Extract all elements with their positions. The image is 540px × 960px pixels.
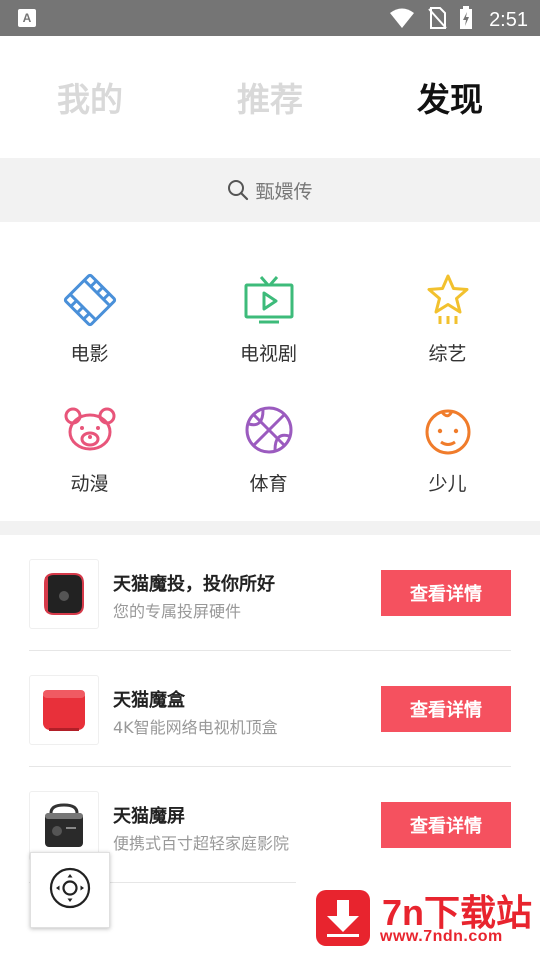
product-desc: 4K智能网络电视机顶盒 (113, 718, 278, 737)
tv-icon (239, 270, 299, 330)
tab-recommend[interactable]: 推荐 (180, 36, 360, 158)
tab-discover[interactable]: 发现 (360, 36, 540, 158)
remote-control-icon (48, 866, 92, 914)
category-label: 少儿 (428, 473, 467, 495)
category-anime[interactable]: 动漫 (0, 382, 179, 512)
no-sim-icon (427, 6, 447, 34)
category-variety[interactable]: 综艺 (358, 252, 537, 382)
tv-box-device-icon (29, 675, 99, 745)
product-name: 天猫魔盒 (113, 690, 185, 711)
wifi-icon (389, 7, 415, 33)
watermark: 7n下载站 www.7ndn.com (296, 870, 540, 960)
system-icons: 2:51 (389, 6, 528, 34)
status-bar: A 2:51 (0, 0, 540, 36)
list-item: 天猫魔投，投你所好 您的专属投屏硬件 查看详情 (29, 535, 511, 651)
category-label: 体育 (249, 473, 288, 495)
watermark-url: www.7ndn.com (380, 928, 503, 945)
film-icon (60, 270, 120, 330)
category-kids[interactable]: 少儿 (358, 382, 537, 512)
status-time: 2:51 (489, 8, 528, 31)
category-grid: 电影 电视剧 综艺 动漫 体育 少儿 (0, 252, 540, 512)
baby-face-icon (418, 400, 478, 460)
category-label: 电影 (70, 343, 109, 365)
product-desc: 便携式百寸超轻家庭影院 (113, 834, 290, 853)
tab-mine[interactable]: 我的 (0, 36, 180, 158)
product-name: 天猫魔屏 (113, 806, 185, 827)
projector-device-icon (29, 559, 99, 629)
list-item: 天猫魔盒 4K智能网络电视机顶盒 查看详情 (29, 651, 511, 767)
search-placeholder: 甄嬛传 (255, 180, 313, 203)
battery-charging-icon (459, 6, 473, 34)
view-details-button[interactable]: 查看详情 (381, 686, 511, 732)
app-screen: A 2:51 我的 推荐 发现 甄嬛传 电影 电视剧 综艺 动漫 体育 少儿 天… (0, 0, 540, 960)
app-notification-icon: A (18, 9, 36, 27)
download-arrow-icon (316, 890, 370, 946)
category-label: 电视剧 (239, 343, 297, 365)
category-movie[interactable]: 电影 (0, 252, 179, 382)
category-label: 综艺 (428, 343, 467, 365)
view-details-button[interactable]: 查看详情 (381, 570, 511, 616)
category-label: 动漫 (70, 473, 109, 495)
product-name: 天猫魔投，投你所好 (113, 574, 275, 595)
search-icon (227, 179, 249, 201)
section-divider (0, 521, 540, 535)
category-sports[interactable]: 体育 (179, 382, 358, 512)
product-list: 天猫魔投，投你所好 您的专属投屏硬件 查看详情 天猫魔盒 4K智能网络电视机顶盒… (0, 535, 540, 883)
category-tv-series[interactable]: 电视剧 (179, 252, 358, 382)
search-bar[interactable]: 甄嬛传 (0, 158, 540, 222)
basketball-icon (239, 400, 299, 460)
floating-remote-button[interactable] (30, 852, 110, 928)
portable-projector-icon (29, 791, 99, 861)
bear-icon (60, 400, 120, 460)
product-desc: 您的专属投屏硬件 (113, 602, 242, 621)
top-tabs: 我的 推荐 发现 (0, 36, 540, 158)
view-details-button[interactable]: 查看详情 (381, 802, 511, 848)
star-icon (418, 270, 478, 330)
